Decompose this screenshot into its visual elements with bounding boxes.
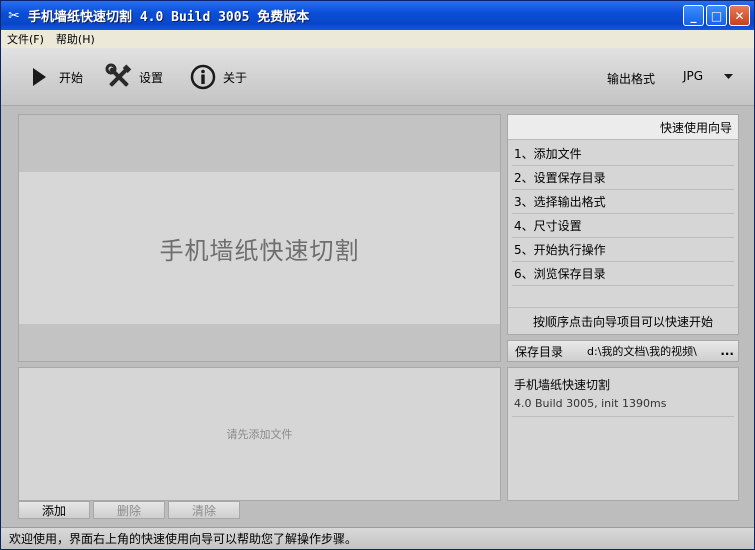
- save-dir-label: 保存目录: [515, 344, 564, 359]
- settings-label: 设置: [139, 70, 164, 85]
- save-dir-path: d:\我的文档\我的视频\: [587, 345, 697, 358]
- tools-icon: [105, 63, 133, 91]
- scissors-icon[interactable]: ✂: [6, 8, 22, 24]
- dropdown-arrow-icon: [724, 69, 733, 83]
- file-list[interactable]: 请先添加文件: [18, 367, 501, 501]
- file-button-bar: 添加 删除 清除: [18, 501, 243, 519]
- guide-list: 1、添加文件 2、设置保存目录 3、选择输出格式 4、尺寸设置 5、开始执行操作…: [512, 142, 734, 286]
- output-format-select[interactable]: JPG: [677, 64, 739, 88]
- start-button[interactable]: 开始: [25, 62, 83, 92]
- output-format-value: JPG: [683, 69, 704, 83]
- app-window: ✂ 手机墙纸快速切割 4.0 Build 3005 免费版本 _ □ ✕ 文件(…: [0, 0, 755, 550]
- guide-item-size-settings[interactable]: 4、尺寸设置: [512, 214, 734, 238]
- guide-item-start[interactable]: 5、开始执行操作: [512, 238, 734, 262]
- info-divider: [512, 416, 734, 417]
- close-button[interactable]: ✕: [729, 5, 750, 26]
- start-label: 开始: [59, 70, 84, 85]
- title-bar[interactable]: ✂ 手机墙纸快速切割 4.0 Build 3005 免费版本 _ □ ✕: [1, 1, 754, 30]
- play-icon: [25, 63, 53, 91]
- quick-guide-panel: 快速使用向导 1、添加文件 2、设置保存目录 3、选择输出格式 4、尺寸设置 5…: [507, 114, 739, 335]
- window-controls: _ □ ✕: [683, 5, 750, 26]
- maximize-icon: □: [710, 8, 723, 23]
- info-app-name: 手机墙纸快速切割: [514, 378, 611, 392]
- window-title: 手机墙纸快速切割 4.0 Build 3005 免费版本: [28, 10, 310, 25]
- guide-item-browse-dir[interactable]: 6、浏览保存目录: [512, 262, 734, 286]
- guide-header: 快速使用向导: [508, 115, 738, 140]
- maximize-button[interactable]: □: [706, 5, 727, 26]
- save-directory-bar: 保存目录 d:\我的文档\我的视频\ ...: [507, 340, 739, 362]
- guide-footer: 按顺序点击向导项目可以快速开始: [508, 307, 738, 334]
- image-preview[interactable]: 手机墙纸快速切割: [18, 114, 501, 362]
- status-text: 欢迎使用，界面右上角的快速使用向导可以帮助您了解操作步骤。: [9, 532, 358, 546]
- close-icon: ✕: [734, 8, 745, 23]
- status-bar: 欢迎使用，界面右上角的快速使用向导可以帮助您了解操作步骤。: [1, 527, 754, 549]
- info-icon: [189, 63, 217, 91]
- guide-item-add-file[interactable]: 1、添加文件: [512, 142, 734, 166]
- minimize-button[interactable]: _: [683, 5, 704, 26]
- browse-button[interactable]: ...: [720, 341, 734, 361]
- info-panel: 手机墙纸快速切割 4.0 Build 3005, init 1390ms: [507, 367, 739, 501]
- output-format-label: 输出格式: [607, 72, 656, 86]
- settings-button[interactable]: 设置: [105, 62, 163, 92]
- clear-button[interactable]: 清除: [168, 501, 240, 519]
- remove-button[interactable]: 删除: [93, 501, 165, 519]
- about-button[interactable]: 关于: [189, 62, 247, 92]
- preview-title: 手机墙纸快速切割: [159, 236, 360, 265]
- menu-bar: 文件(F) 帮助(H): [1, 30, 754, 48]
- guide-item-save-dir[interactable]: 2、设置保存目录: [512, 166, 734, 190]
- guide-item-output-format[interactable]: 3、选择输出格式: [512, 190, 734, 214]
- preview-banner: 手机墙纸快速切割: [19, 172, 500, 324]
- add-button[interactable]: 添加: [18, 501, 90, 519]
- menu-help[interactable]: 帮助(H): [50, 31, 101, 47]
- toolbar: 开始 设置 关于 输出格式 JPG: [1, 48, 754, 106]
- empty-hint: 请先添加文件: [226, 428, 293, 441]
- minimize-icon: _: [690, 8, 697, 23]
- menu-file[interactable]: 文件(F): [1, 31, 50, 47]
- info-version: 4.0 Build 3005, init 1390ms: [514, 397, 667, 410]
- about-label: 关于: [223, 70, 248, 85]
